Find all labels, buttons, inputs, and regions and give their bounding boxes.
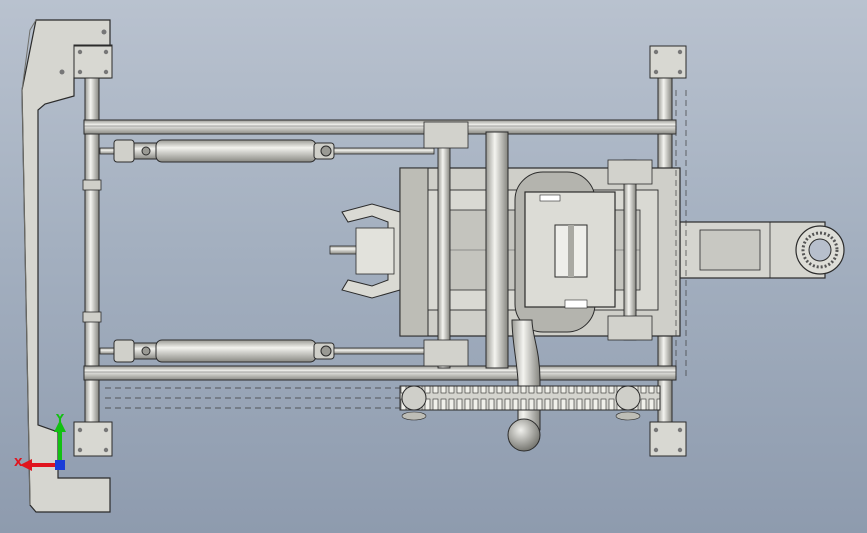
- right-extension-arm: [679, 221, 845, 279]
- coordinate-triad: Y X: [10, 410, 80, 480]
- assembly-top-view: [21, 19, 845, 513]
- upper-hydraulic-cylinder: [99, 139, 435, 163]
- triad-y-label: Y: [56, 412, 64, 425]
- cad-graphics-viewport[interactable]: Y X: [0, 0, 867, 533]
- bottom-cross-beam: [83, 365, 677, 381]
- triad-x-label: X: [14, 456, 23, 469]
- main-vertical-shaft: [485, 131, 509, 369]
- right-vertical-shaft: [623, 159, 637, 341]
- left-vertical-shaft: [437, 131, 451, 369]
- lower-hydraulic-cylinder: [99, 339, 435, 363]
- top-cross-beam: [83, 119, 677, 135]
- triad-axes-icon: [20, 420, 66, 471]
- outlet-ball: [507, 418, 541, 452]
